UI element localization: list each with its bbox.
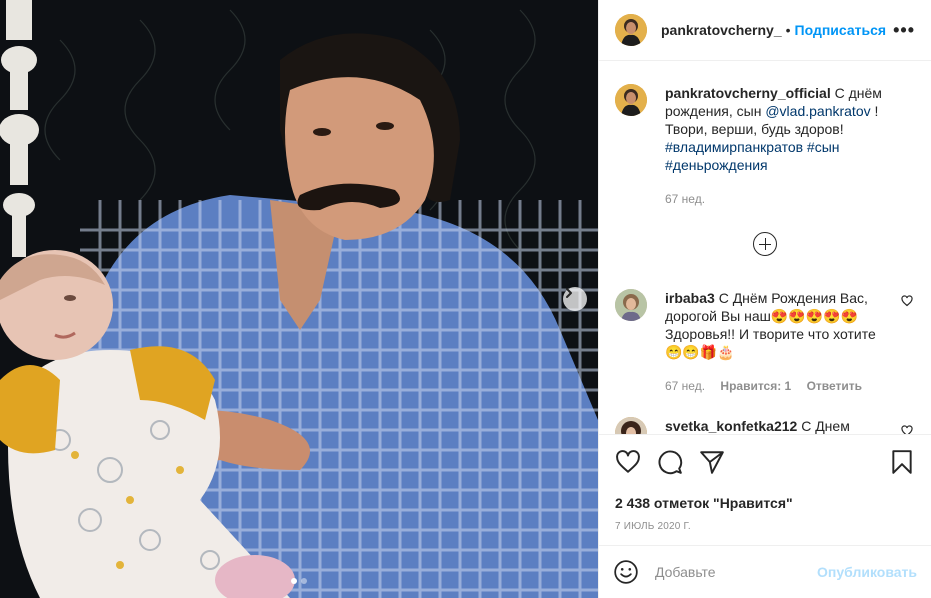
plus-circle-icon [753, 232, 777, 256]
mention-link[interactable]: @vlad.pankratov [765, 103, 870, 119]
comment-text: irbaba3 С Днём Рождения Вас, дорогой Вы … [665, 289, 895, 361]
avatar-image [615, 417, 647, 434]
comment-author[interactable]: irbaba3 [665, 290, 715, 306]
next-slide-button[interactable] [563, 287, 587, 311]
comment-item: irbaba3 С Днём Рождения Вас, дорогой Вы … [615, 289, 915, 395]
comment-item: svetka_konfetka212 С Днем [615, 417, 915, 434]
comment-like-heart-icon[interactable] [901, 295, 913, 307]
follow-button[interactable]: Подписаться [795, 22, 887, 38]
post-photo[interactable] [0, 0, 598, 598]
comment-text: svetka_konfetka212 С Днем [665, 417, 895, 434]
post-side-panel: pankratovcherny_ • Подписаться ••• pankr… [598, 0, 931, 598]
comment-body: С Днем [797, 418, 850, 434]
carousel-indicator [0, 578, 598, 584]
caption-author-avatar[interactable] [615, 84, 647, 116]
post-header: pankratovcherny_ • Подписаться ••• [599, 0, 931, 61]
avatar-image [615, 289, 647, 321]
caption-time[interactable]: 67 нед. [665, 190, 915, 208]
commenter-avatar[interactable] [615, 289, 647, 321]
comment-like-heart-icon[interactable] [901, 425, 913, 434]
carousel-dot-active [291, 578, 297, 584]
comment-input[interactable]: Добавьте [655, 564, 716, 580]
comment-meta: 67 нед. Нравится: 1 Ответить [665, 377, 895, 395]
post-caption: pankratovcherny_official С днём рождения… [615, 62, 915, 208]
comments-list[interactable]: pankratovcherny_official С днём рождения… [599, 62, 931, 434]
caption-text: pankratovcherny_official С днём рождения… [665, 84, 915, 174]
bookmark-icon[interactable] [889, 449, 915, 475]
avatar-image [615, 14, 647, 46]
carousel-dot [301, 578, 307, 584]
post-date[interactable]: 7 ИЮЛЬ 2020 Г. [615, 521, 915, 532]
comment-likes[interactable]: Нравится: 1 [720, 379, 791, 393]
author-username[interactable]: pankratovcherny_ [661, 22, 782, 38]
smile-icon[interactable] [613, 559, 639, 585]
reply-button[interactable]: Ответить [807, 379, 862, 393]
commenter-avatar[interactable] [615, 417, 647, 434]
chevron-right-icon [566, 288, 572, 298]
hashtags-link[interactable]: #владимирпанкратов #сын #деньрождения [665, 139, 840, 173]
header-separator: • [785, 22, 791, 38]
comment-time[interactable]: 67 нед. [665, 379, 705, 393]
comment-icon[interactable] [657, 449, 683, 475]
avatar-image [615, 84, 647, 116]
comment-author[interactable]: svetka_konfetka212 [665, 418, 797, 434]
photo-illustration [0, 0, 598, 598]
paper-plane-icon[interactable] [699, 449, 725, 475]
author-avatar[interactable] [615, 14, 647, 46]
add-comment-bar: Добавьте Опубликовать [599, 545, 931, 598]
post-actions: 2 438 отметок "Нравится" 7 ИЮЛЬ 2020 Г. [599, 434, 931, 532]
load-more-comments[interactable] [615, 232, 915, 256]
action-icons [615, 449, 915, 475]
caption-author[interactable]: pankratovcherny_official [665, 85, 831, 101]
likes-count[interactable]: 2 438 отметок "Нравится" [615, 495, 915, 511]
heart-icon[interactable] [615, 449, 641, 475]
publish-button[interactable]: Опубликовать [817, 564, 917, 580]
more-options-button[interactable]: ••• [893, 20, 915, 41]
